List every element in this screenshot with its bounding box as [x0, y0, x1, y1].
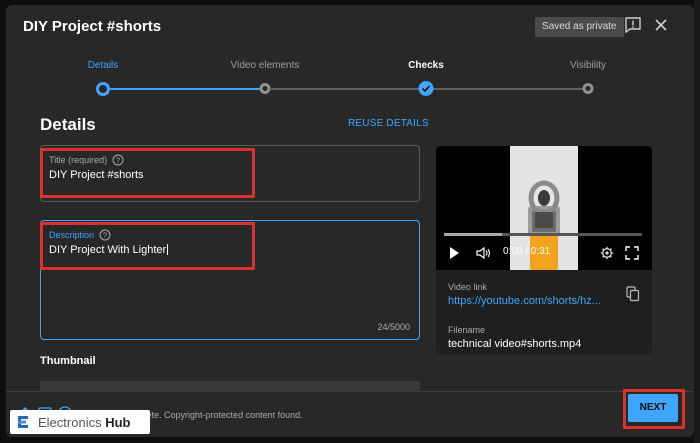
step-checks-dot[interactable] [418, 81, 434, 96]
thumbnail-area [40, 381, 420, 391]
step-visibility-dot[interactable] [582, 83, 594, 94]
dialog-header: DIY Project #shorts Saved as private [6, 5, 694, 49]
video-time: 0:00 / 0:31 [503, 246, 551, 257]
details-heading: Details [40, 115, 96, 134]
saved-status-badge: Saved as private [535, 17, 624, 37]
next-highlight-box [623, 389, 685, 429]
thumbnail-heading: Thumbnail [40, 355, 96, 367]
copy-icon[interactable] [626, 286, 640, 302]
electronics-hub-logo-icon [18, 416, 28, 428]
video-link[interactable]: https://youtube.com/shorts/hz... [448, 295, 643, 307]
filename-label: Filename [448, 325, 486, 335]
watermark-logo: Electronics Hub [10, 410, 150, 434]
filename-value: technical video#shorts.mp4 [448, 338, 582, 350]
title-highlight-box [40, 148, 255, 198]
step-checks-label[interactable]: Checks [408, 60, 444, 71]
step-video-elements-label[interactable]: Video elements [231, 60, 300, 71]
step-details-dot[interactable] [96, 82, 110, 96]
upload-stepper: Details Video elements Checks Visibility [6, 55, 694, 105]
play-icon[interactable] [448, 246, 460, 260]
volume-icon[interactable] [476, 246, 492, 260]
video-info: Video link https://youtube.com/shorts/hz… [448, 282, 643, 350]
stepper-line-details [110, 88, 265, 90]
video-link-label: Video link [448, 282, 487, 292]
video-progress-bar[interactable] [444, 233, 642, 236]
step-visibility-label[interactable]: Visibility [570, 60, 606, 71]
settings-gear-icon[interactable] [600, 246, 614, 260]
window-edge [694, 0, 700, 443]
description-char-count: 24/5000 [377, 322, 410, 332]
video-player[interactable]: 0:00 / 0:31 [436, 146, 652, 270]
step-details-label[interactable]: Details [88, 60, 119, 71]
dialog-title: DIY Project #shorts [23, 18, 162, 35]
stepper-line-elements [271, 88, 426, 90]
close-icon[interactable] [652, 16, 670, 34]
checkmark-icon [421, 85, 431, 93]
stepper-line-checks [433, 88, 590, 90]
video-progress-buffer [444, 233, 502, 236]
fullscreen-icon[interactable] [625, 246, 639, 260]
watermark-text: Electronics Hub [38, 415, 130, 430]
video-preview-card: 0:00 / 0:31 Video link https://youtube.c… [436, 146, 652, 354]
upload-dialog: DIY Project #shorts Saved as private Det… [6, 5, 694, 437]
description-highlight-box [40, 222, 255, 270]
reuse-details-button[interactable]: REUSE DETAILS [348, 118, 429, 129]
watermark-brand-b: Hub [105, 414, 131, 430]
step-video-elements-dot[interactable] [259, 83, 271, 94]
watermark-brand-a: Electronics [38, 414, 102, 430]
feedback-icon[interactable] [624, 16, 642, 34]
